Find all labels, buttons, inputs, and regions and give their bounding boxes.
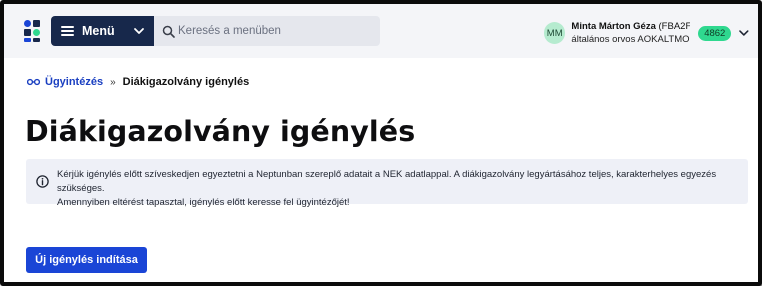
breadcrumb-current: Diákigazolvány igénylés (122, 76, 250, 88)
user-role: általános orvos AOKALTMONK - egy... (571, 34, 690, 45)
breadcrumb-separator: » (110, 76, 116, 88)
app-window: Menü MM Minta Márton Géza (FBA2FC) által… (0, 0, 762, 286)
info-notice: Kérjük igénylés előtt szíveskedjen egyez… (26, 159, 748, 208)
user-name-line: Minta Márton Géza (FBA2FC) (571, 21, 690, 32)
page-title: Diákigazolvány igénylés (25, 115, 416, 148)
notification-badge[interactable]: 4862 (698, 25, 732, 41)
avatar: MM (544, 22, 566, 44)
menu-label: Menü (82, 24, 115, 38)
menu-button[interactable]: Menü (51, 16, 154, 46)
breadcrumb-link-ugyintezes[interactable]: Ügyintézés (45, 76, 103, 88)
notice-text: Kérjük igénylés előtt szíveskedjen egyez… (57, 168, 743, 210)
search-input[interactable] (178, 25, 368, 37)
neptun-logo-icon[interactable] (22, 19, 44, 43)
notice-text-line2: Amennyiben eltérést tapasztal, igénylés … (57, 197, 350, 208)
breadcrumb: Ügyintézés » Diákigazolvány igénylés (27, 75, 249, 89)
user-code: (FBA2FC) (658, 21, 691, 32)
search-icon (162, 25, 175, 38)
user-menu[interactable]: MM Minta Márton Géza (FBA2FC) általános … (538, 16, 750, 50)
info-icon (36, 175, 49, 188)
glasses-icon (27, 78, 40, 86)
notice-text-line1: Kérjük igénylés előtt szíveskedjen egyez… (57, 169, 717, 194)
new-request-button[interactable]: Új igénylés indítása (26, 247, 147, 273)
user-name: Minta Márton Géza (571, 21, 656, 32)
hamburger-icon (61, 26, 74, 36)
chevron-down-icon (134, 28, 144, 34)
top-bar: Menü MM Minta Márton Géza (FBA2FC) által… (4, 4, 758, 58)
user-info: Minta Márton Géza (FBA2FC) általános orv… (571, 21, 690, 45)
chevron-down-icon (739, 30, 749, 36)
menu-search (154, 16, 380, 46)
